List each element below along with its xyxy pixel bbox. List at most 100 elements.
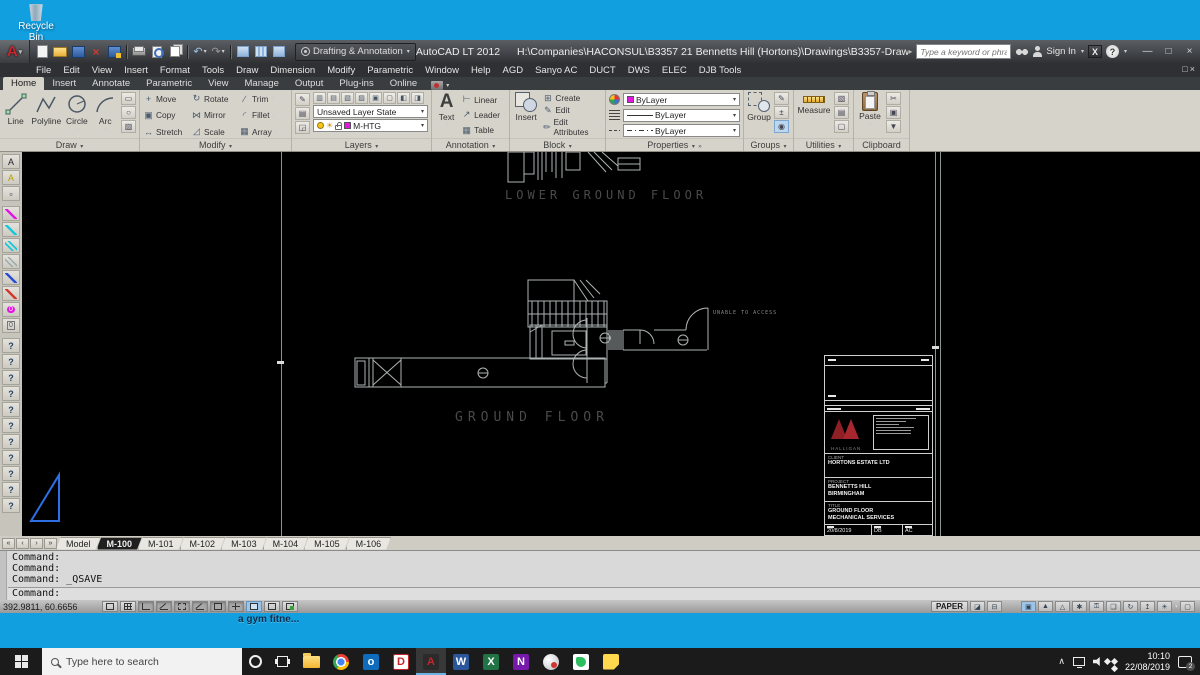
ellipse-tool-icon[interactable]: ○ [121, 106, 136, 119]
move-tool[interactable]: +Move [143, 93, 191, 104]
unknown-tool-icon[interactable]: ? [2, 418, 20, 433]
close-drawing-icon[interactable]: × [88, 45, 104, 59]
unknown-tool-icon[interactable]: ? [2, 482, 20, 497]
annotation-visibility-icon[interactable]: △ [1055, 601, 1070, 612]
dyn-ucs-toggle[interactable] [210, 601, 226, 612]
point-tool-icon[interactable]: ▫ [2, 186, 20, 201]
start-button[interactable] [0, 648, 42, 675]
help-search-input[interactable] [916, 44, 1011, 59]
panel-label-utilities[interactable]: Utilities ▾ [794, 138, 853, 151]
taskbar-app-evernote[interactable] [566, 648, 596, 675]
recycle-bin[interactable]: Recycle Bin [12, 2, 60, 43]
fillet-tool[interactable]: ◜Fillet▾ [239, 110, 287, 121]
taskbar-app-d-app[interactable]: D [386, 648, 416, 675]
workspace-gear-icon[interactable]: ✱ [1072, 601, 1087, 612]
paste-special-icon[interactable]: ▼ [886, 120, 901, 133]
dyn-input-toggle[interactable] [228, 601, 244, 612]
save-icon[interactable] [70, 45, 86, 59]
panel-label-layers[interactable]: Layers ▾ [292, 138, 431, 151]
polyline-tool[interactable]: Polyline [31, 92, 61, 138]
linetype-dropdown[interactable]: ByLayer▾ [623, 124, 740, 137]
dropbox-icon[interactable] [1111, 658, 1118, 665]
menu-format[interactable]: Format [154, 65, 196, 76]
taskbar-search[interactable]: Type here to search [42, 648, 242, 675]
magenta-layer-tool-icon[interactable] [2, 206, 20, 221]
rotate-tool[interactable]: ↻Rotate [191, 93, 239, 104]
taskbar-app-word[interactable]: W [446, 648, 476, 675]
task-view-button[interactable] [269, 648, 296, 675]
taskbar-app-onenote[interactable]: N [506, 648, 536, 675]
circle-tool[interactable]: Circle▾ [64, 92, 89, 138]
copy-tool[interactable]: ▣Copy [143, 110, 191, 121]
layout-tab-m-102[interactable]: M-102 [180, 537, 226, 550]
viewport-maximize-icon[interactable]: ▣ [1021, 601, 1036, 612]
network-icon[interactable] [1073, 657, 1085, 666]
trim-tool[interactable]: ∕Trim▾ [239, 93, 287, 104]
lineweight-dropdown[interactable]: ByLayer▾ [623, 109, 740, 122]
unknown-tool-icon[interactable]: ? [2, 354, 20, 369]
menu-sanyo-ac[interactable]: Sanyo AC [529, 65, 583, 76]
snap-toggle[interactable] [102, 601, 118, 612]
panel-label-annotation[interactable]: Annotation ▾ [432, 138, 509, 151]
layout-tab-m-105[interactable]: M-105 [304, 537, 350, 550]
menu-parametric[interactable]: Parametric [361, 65, 419, 76]
osnap-toggle[interactable] [174, 601, 190, 612]
bulb-tray-icon[interactable]: ☀ [1157, 601, 1172, 612]
taskbar-app-skype[interactable] [536, 648, 566, 675]
unknown-tool-icon[interactable]: ? [2, 450, 20, 465]
plot-preview-icon[interactable] [149, 45, 165, 59]
arc-tool[interactable]: Arc▾ [93, 92, 118, 138]
annotation-scale-icon[interactable]: ▲ [1038, 601, 1053, 612]
unknown-tool-icon[interactable]: ? [2, 402, 20, 417]
layout-tab-m-106[interactable]: M-106 [346, 537, 392, 550]
layout-tab-m-103[interactable]: M-103 [221, 537, 267, 550]
unknown-tool-icon[interactable]: ? [2, 466, 20, 481]
layer-isolate-icon[interactable]: ▥ [313, 92, 326, 104]
close-icon[interactable]: × [1190, 64, 1195, 74]
help-icon[interactable]: ? [1106, 45, 1119, 58]
group-edit-icon[interactable]: ± [774, 106, 789, 119]
panel-label-draw[interactable]: Draw ▾ [0, 138, 139, 151]
save-as-icon[interactable] [106, 45, 122, 59]
layer-dropdown[interactable]: ☀ M-HTG ▾ [313, 119, 428, 132]
line-tool[interactable]: Line [3, 92, 28, 138]
layer-walk-icon[interactable]: ◧ [397, 92, 410, 104]
close-button[interactable]: × [1179, 43, 1200, 60]
edit-attributes-tool[interactable]: ✏Edit Attributes▾ [542, 117, 602, 137]
blue-layer-tool-icon[interactable] [2, 270, 20, 285]
redo-icon[interactable]: ↷▾ [210, 45, 226, 59]
chevron-down-icon[interactable]: ▾ [1081, 48, 1084, 55]
cortana-button[interactable] [242, 648, 269, 675]
paste-tool[interactable]: Paste▾ [857, 92, 883, 138]
layout-tab-m-104[interactable]: M-104 [263, 537, 309, 550]
menu-modify[interactable]: Modify [321, 65, 361, 76]
viewport-border-left[interactable] [281, 152, 282, 536]
maximize-button[interactable]: □ [1158, 43, 1179, 60]
menu-file[interactable]: File [30, 65, 57, 76]
collapse-arrow-icon[interactable]: ▸ [908, 47, 912, 56]
cyan-layer-tool-icon[interactable] [2, 222, 20, 237]
annotate-tool-icon[interactable]: A [2, 170, 20, 185]
layer-state-dropdown[interactable]: Unsaved Layer State▾ [313, 105, 428, 118]
text-tool[interactable]: A Text▾ [435, 92, 458, 138]
quick-select-icon[interactable]: ▧ [834, 92, 849, 105]
menu-djb-tools[interactable]: DJB Tools [693, 65, 748, 76]
first-tab-button[interactable]: « [2, 538, 15, 549]
mirror-tool[interactable]: ⋈Mirror [191, 110, 239, 121]
linear-dimension-tool[interactable]: ⊢Linear▾ [461, 94, 506, 105]
unknown-tool-icon[interactable]: ? [2, 338, 20, 353]
layout-tab-m-100[interactable]: M-100 [97, 537, 143, 550]
tray-chat-icon[interactable]: ❑ [1106, 601, 1121, 612]
gray-hatch-tool-icon[interactable] [2, 254, 20, 269]
layer-freeze-icon[interactable]: ▤ [327, 92, 340, 104]
restore-down-icon[interactable]: □ [1182, 64, 1187, 74]
ungroup-icon[interactable]: ✎ [774, 92, 789, 105]
hatch-tool-icon[interactable]: ▨ [121, 120, 136, 133]
layer-lock-icon[interactable]: ▣ [369, 92, 382, 104]
chevron-down-icon[interactable]: ▾ [1124, 48, 1127, 55]
cut-icon[interactable]: ✂ [886, 92, 901, 105]
workspace-switcher[interactable]: Drafting & Annotation ▾ [295, 43, 416, 61]
viewport-border-right[interactable] [935, 152, 936, 536]
action-center-icon[interactable]: 2 [1178, 656, 1192, 668]
upload-icon[interactable]: ↥ [1140, 601, 1155, 612]
